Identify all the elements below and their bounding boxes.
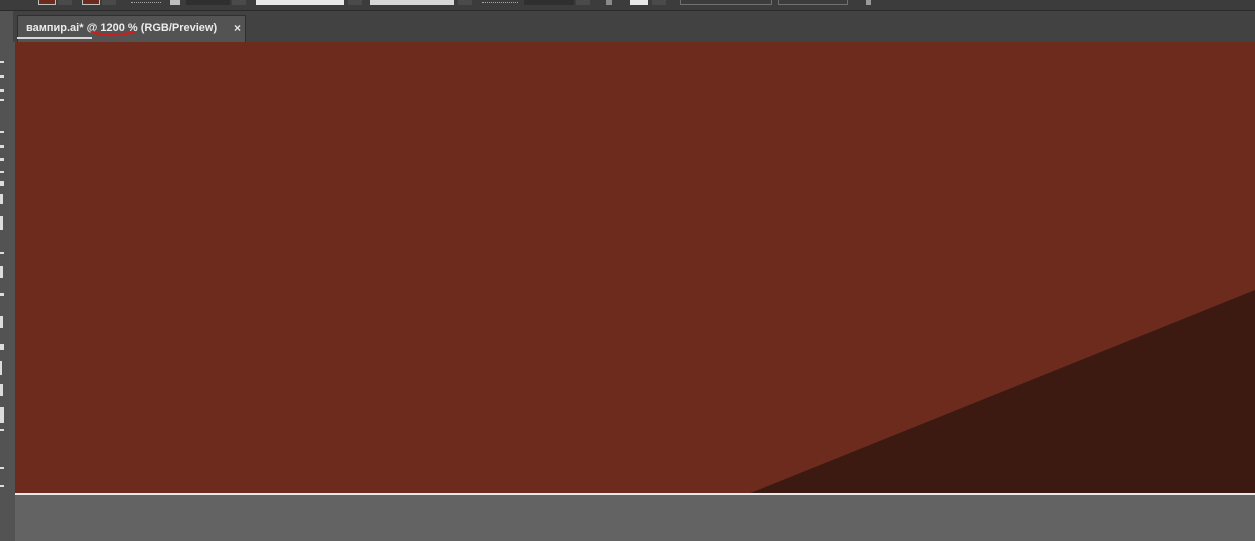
opacity-label	[482, 2, 518, 4]
variable-width-profile-field[interactable]	[256, 0, 344, 5]
stroke-label	[131, 2, 161, 4]
style-arrow-icon[interactable]	[606, 0, 612, 5]
stroke-weight-field[interactable]	[186, 0, 230, 5]
stroke-swatch[interactable]	[82, 0, 100, 5]
tool-icon[interactable]	[0, 407, 4, 423]
tools-panel	[0, 11, 13, 541]
tool-icon[interactable]	[0, 145, 4, 148]
tool-icon[interactable]	[0, 194, 3, 204]
tool-icon[interactable]	[0, 344, 4, 350]
tool-icon[interactable]	[0, 99, 4, 101]
tool-icon[interactable]	[0, 216, 3, 230]
dark-diagonal-shape	[748, 290, 1255, 494]
artboard-canvas[interactable]	[15, 42, 1255, 494]
brush-definition-field[interactable]	[370, 0, 454, 5]
tool-icon[interactable]	[0, 384, 3, 396]
tool-icon[interactable]	[0, 485, 4, 487]
tool-icon[interactable]	[0, 181, 4, 186]
stroke-weight-stepper-icon[interactable]	[170, 0, 180, 5]
tool-icon[interactable]	[0, 361, 2, 375]
graphic-style-swatch[interactable]	[630, 0, 648, 5]
brush-dropdown[interactable]	[458, 0, 472, 5]
tool-icon[interactable]	[0, 171, 4, 173]
pasteboard[interactable]	[15, 495, 1255, 541]
tool-icon[interactable]	[0, 293, 4, 296]
fill-swatch[interactable]	[38, 0, 56, 5]
tool-icon[interactable]	[0, 429, 4, 431]
opacity-dropdown[interactable]	[576, 0, 590, 5]
document-tab-bar: вампир.ai* @ 1200 % (RGB/Preview) ×	[13, 11, 1255, 42]
graphic-style-dropdown[interactable]	[652, 0, 666, 5]
active-tab-indicator	[17, 37, 92, 39]
close-icon[interactable]: ×	[234, 21, 241, 35]
document-setup-button[interactable]	[680, 0, 772, 5]
red-underline-mark	[90, 30, 136, 37]
tool-icon[interactable]	[0, 467, 4, 469]
tool-icon[interactable]	[0, 75, 4, 78]
tool-icon[interactable]	[0, 131, 4, 133]
opacity-field[interactable]	[524, 0, 574, 5]
panel-menu-arrow-icon[interactable]	[866, 0, 871, 5]
preferences-button[interactable]	[778, 0, 848, 5]
tool-icon[interactable]	[0, 252, 4, 254]
tool-icon[interactable]	[0, 266, 3, 278]
fill-dropdown-button[interactable]	[58, 0, 72, 5]
tool-icon[interactable]	[0, 316, 3, 328]
tool-icon[interactable]	[0, 61, 4, 63]
stroke-weight-dropdown[interactable]	[232, 0, 246, 5]
control-bar	[0, 0, 1255, 11]
tool-icon[interactable]	[0, 89, 4, 92]
profile-dropdown[interactable]	[348, 0, 362, 5]
tool-icon[interactable]	[0, 158, 4, 161]
stroke-dropdown-button[interactable]	[102, 0, 116, 5]
